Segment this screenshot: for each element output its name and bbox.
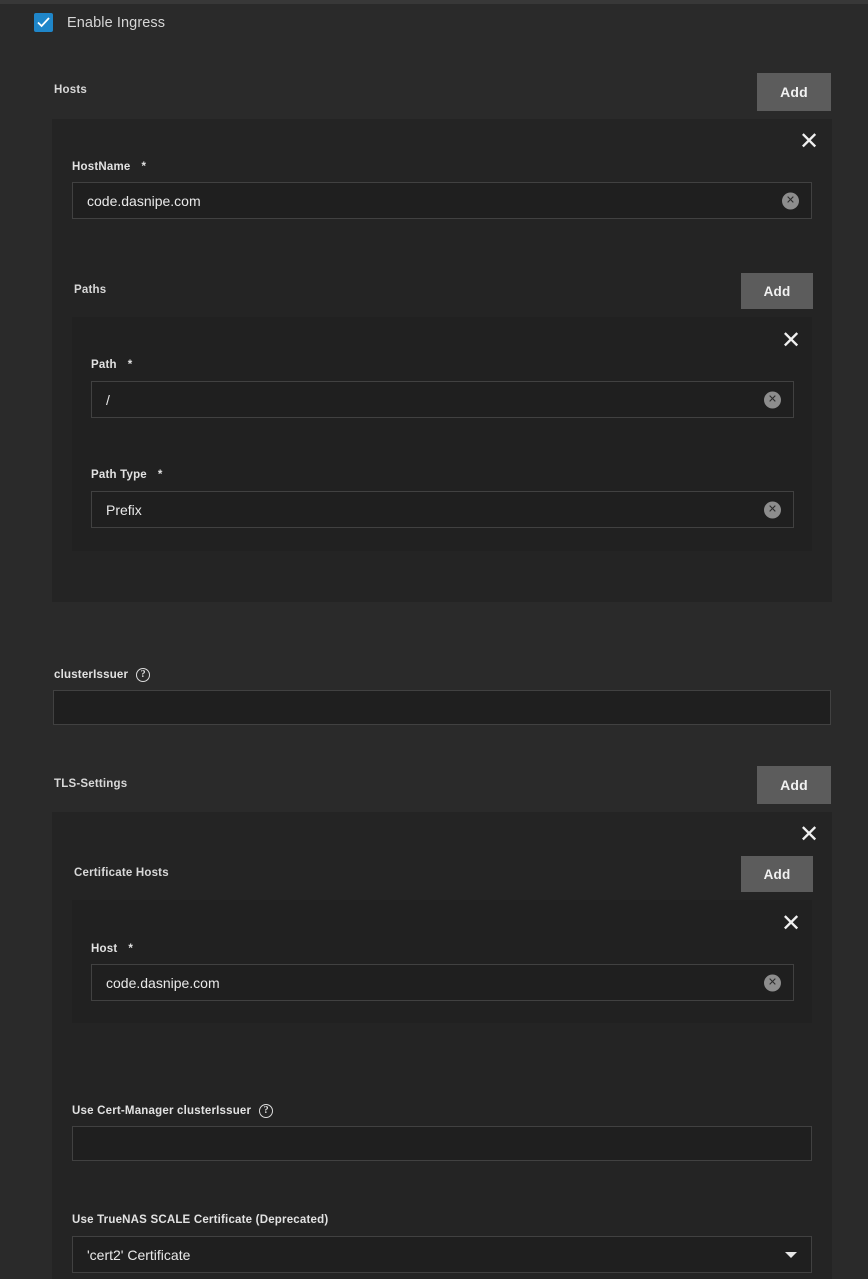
- help-icon[interactable]: ?: [259, 1104, 273, 1118]
- cert-manager-input[interactable]: [72, 1126, 812, 1161]
- path-type-required-mark: *: [158, 469, 163, 481]
- certificate-host-required-mark: *: [128, 943, 133, 955]
- path-label: Path *: [91, 359, 132, 371]
- cluster-issuer-label: clusterIssuer ?: [54, 668, 150, 682]
- help-icon[interactable]: ?: [136, 668, 150, 682]
- path-type-input[interactable]: Prefix ✕: [91, 491, 794, 528]
- certificate-host-clear-icon[interactable]: ✕: [764, 974, 781, 991]
- path-clear-icon[interactable]: ✕: [764, 391, 781, 408]
- tls-settings-add-button[interactable]: Add: [757, 766, 831, 804]
- path-type-input-value: Prefix: [106, 502, 142, 518]
- scale-certificate-label: Use TrueNAS SCALE Certificate (Deprecate…: [72, 1214, 328, 1226]
- cert-manager-label: Use Cert-Manager clusterIssuer ?: [72, 1104, 273, 1118]
- hostname-input[interactable]: code.dasnipe.com ✕: [72, 182, 812, 219]
- hostname-clear-icon[interactable]: ✕: [782, 192, 799, 209]
- tls-settings-label: TLS-Settings: [54, 778, 127, 790]
- certificate-hosts-add-button[interactable]: Add: [741, 856, 813, 892]
- top-divider: [0, 0, 868, 4]
- enable-ingress-checkbox[interactable]: [34, 13, 53, 32]
- hostname-required-mark: *: [141, 161, 146, 173]
- path-input[interactable]: / ✕: [91, 381, 794, 418]
- checkmark-icon: [37, 16, 50, 29]
- certificate-host-entry-container: [72, 900, 812, 1023]
- enable-ingress-label: Enable Ingress: [67, 15, 165, 31]
- chevron-down-icon[interactable]: [785, 1252, 797, 1258]
- certificate-host-label: Host *: [91, 943, 133, 955]
- cluster-issuer-label-text: clusterIssuer: [54, 669, 128, 681]
- paths-entry-remove-button[interactable]: ✕: [781, 329, 801, 353]
- hostname-label: HostName *: [72, 161, 146, 173]
- enable-ingress-row[interactable]: Enable Ingress: [34, 13, 165, 32]
- hostname-input-value: code.dasnipe.com: [87, 193, 201, 209]
- path-type-label-text: Path Type: [91, 469, 147, 481]
- cluster-issuer-input[interactable]: [53, 690, 831, 725]
- hosts-entry-remove-button[interactable]: ✕: [799, 130, 819, 154]
- certificate-host-label-text: Host: [91, 943, 117, 955]
- hosts-section-label: Hosts: [54, 84, 87, 96]
- path-type-clear-icon[interactable]: ✕: [764, 501, 781, 518]
- cert-manager-label-text: Use Cert-Manager clusterIssuer: [72, 1105, 251, 1117]
- tls-entry-remove-button[interactable]: ✕: [799, 823, 819, 847]
- tls-entry-container: [52, 812, 832, 1279]
- paths-add-button[interactable]: Add: [741, 273, 813, 309]
- hosts-add-button[interactable]: Add: [757, 73, 831, 111]
- paths-section-label: Paths: [74, 284, 106, 296]
- path-label-text: Path: [91, 359, 117, 371]
- certificate-host-remove-button[interactable]: ✕: [781, 912, 801, 936]
- certificate-hosts-label: Certificate Hosts: [74, 867, 169, 879]
- hostname-label-text: HostName: [72, 161, 130, 173]
- path-required-mark: *: [128, 359, 133, 371]
- scale-certificate-selected-value: 'cert2' Certificate: [87, 1247, 190, 1263]
- certificate-host-input-value: code.dasnipe.com: [106, 975, 220, 991]
- scale-certificate-select[interactable]: 'cert2' Certificate: [72, 1236, 812, 1273]
- certificate-host-input[interactable]: code.dasnipe.com ✕: [91, 964, 794, 1001]
- path-input-value: /: [106, 392, 110, 408]
- path-type-label: Path Type *: [91, 469, 163, 481]
- ingress-settings-page: Enable Ingress Hosts Add ✕ HostName * co…: [0, 0, 868, 1279]
